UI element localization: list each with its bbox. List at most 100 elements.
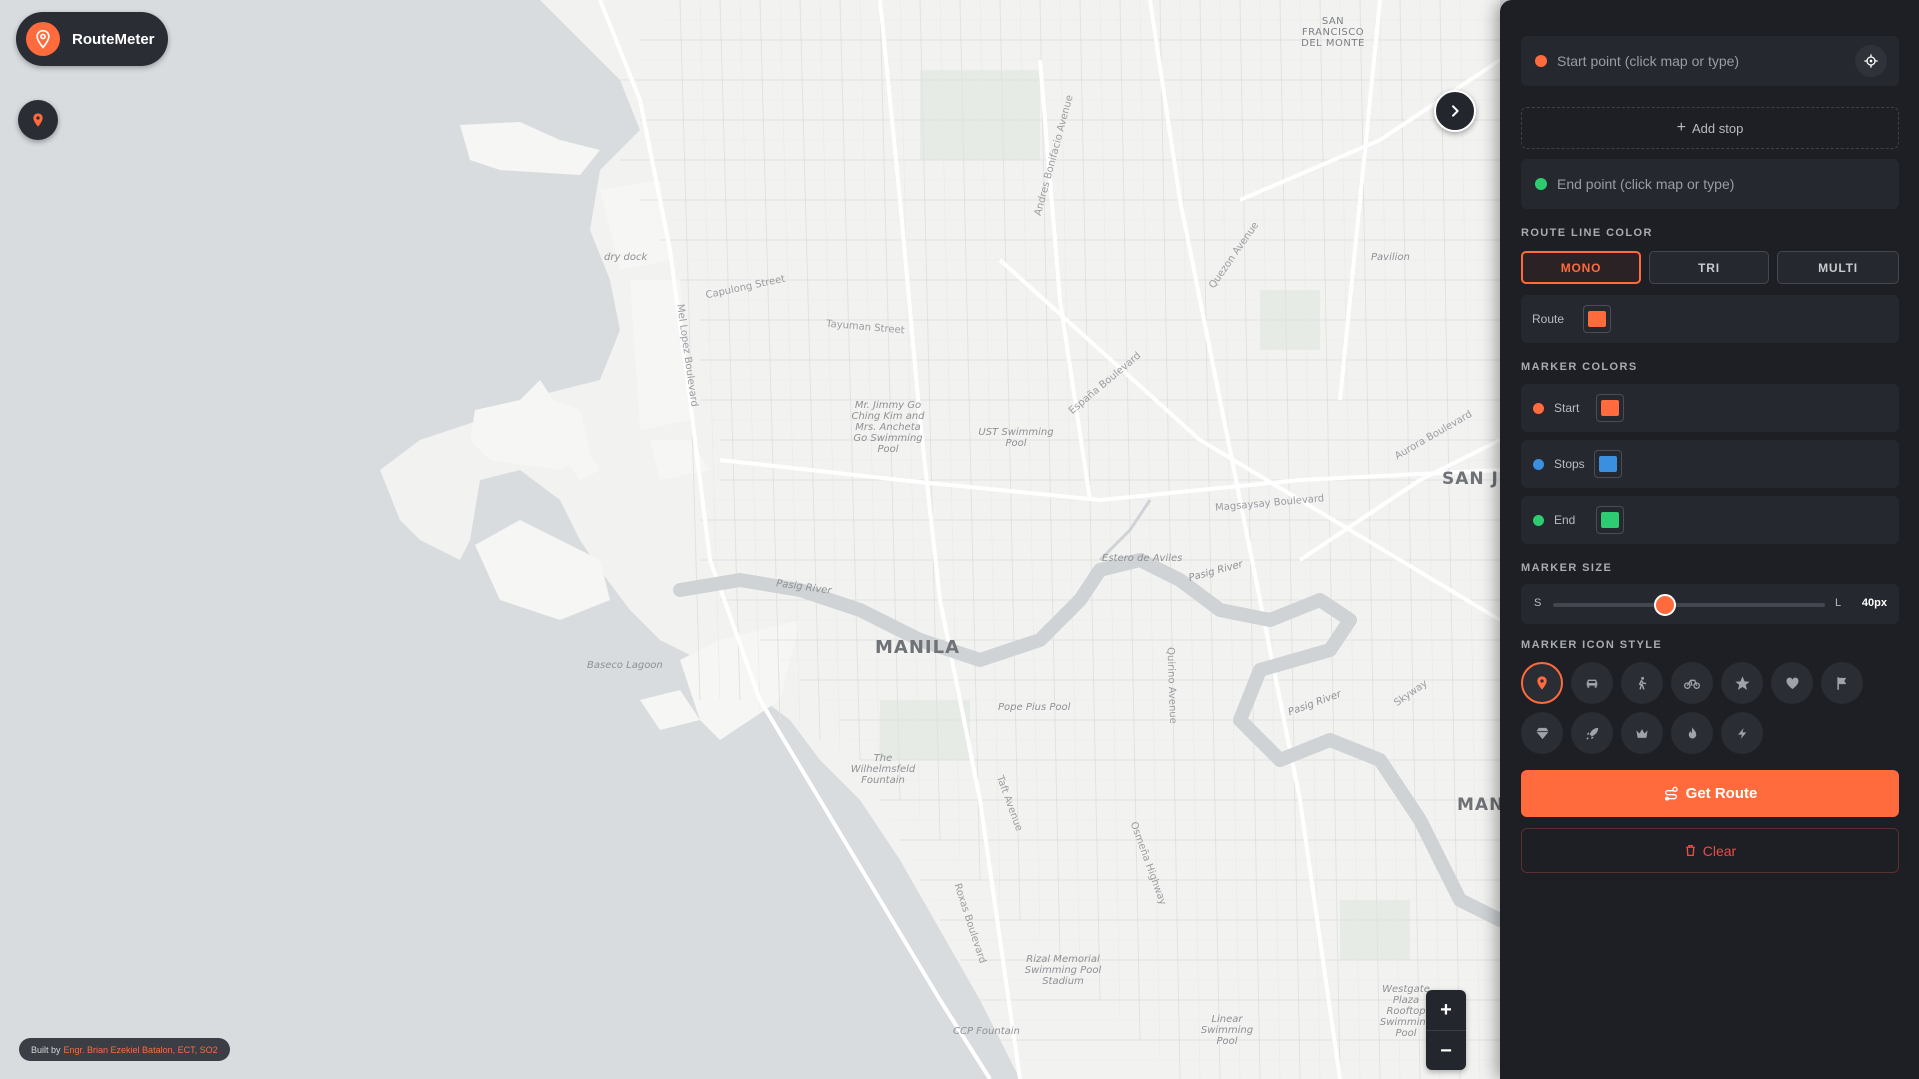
start-color-swatch — [1601, 400, 1619, 416]
zoom-in-button[interactable]: + — [1426, 990, 1466, 1031]
route-color-swatch — [1588, 311, 1606, 327]
map-label-district: SAN FRANCISCO DEL MONTE — [1301, 16, 1365, 49]
zoom-control: + − — [1426, 990, 1466, 1070]
stops-color-dot — [1533, 458, 1544, 470]
start-color-dot — [1533, 402, 1544, 414]
trash-icon — [1685, 844, 1695, 857]
stops-color-picker[interactable] — [1594, 450, 1622, 478]
marker-size-value: 40px — [1861, 597, 1887, 609]
marker-size-thumb[interactable] — [1653, 594, 1676, 616]
chevron-right-icon — [1452, 105, 1459, 117]
map-label-district: SAN J — [1442, 469, 1499, 489]
end-color-label: End — [1554, 513, 1576, 527]
marker-size-row: S L 40px — [1521, 584, 1899, 624]
map-label-poi: dry dock — [604, 252, 648, 263]
crown-icon — [1636, 728, 1648, 738]
flag-icon — [1836, 676, 1846, 690]
start-point-field[interactable]: Start point (click map or type) — [1521, 36, 1899, 86]
add-stop-button[interactable]: + Add stop — [1521, 107, 1899, 149]
end-color-swatch — [1601, 512, 1619, 528]
map-label-poi: Linear Swimming Pool — [1200, 1014, 1254, 1047]
get-route-button[interactable]: Get Route — [1521, 770, 1899, 817]
pin-icon — [1537, 676, 1547, 690]
start-color-row: Start — [1521, 384, 1899, 432]
size-max-label: L — [1835, 597, 1842, 609]
map-label-poi: Mr. Jimmy Go Ching Kim and Mrs. Ancheta … — [851, 400, 925, 455]
end-color-row: End — [1521, 496, 1899, 544]
bolt-icon — [1737, 727, 1746, 739]
start-point-input[interactable]: Start point (click map or type) — [1557, 53, 1855, 69]
mode-mono-button[interactable]: MONO — [1521, 251, 1641, 284]
map-label-poi: Estero de Aviles — [1102, 553, 1183, 564]
heart-icon — [1786, 677, 1798, 689]
end-dot — [1535, 178, 1547, 190]
map-label-district: MAN — [1457, 795, 1505, 815]
map-label-poi: Baseco Lagoon — [587, 660, 663, 671]
zoom-out-button[interactable]: − — [1426, 1031, 1466, 1071]
end-color-picker[interactable] — [1596, 506, 1624, 534]
end-color-dot — [1533, 514, 1544, 526]
fire-icon — [1688, 726, 1696, 738]
bike-icon — [1684, 679, 1700, 689]
icon-style-fire-button[interactable] — [1671, 712, 1713, 754]
icon-style-crown-button[interactable] — [1621, 712, 1663, 754]
map-pin-icon — [33, 113, 43, 127]
icon-style-bolt-button[interactable] — [1721, 712, 1763, 754]
marker-size-title: MARKER SIZE — [1521, 562, 1613, 574]
collapse-panel-button[interactable] — [1434, 90, 1476, 132]
car-icon — [1586, 679, 1598, 688]
start-color-picker[interactable] — [1596, 394, 1624, 422]
locate-marker-button[interactable] — [18, 100, 58, 140]
icon-style-star-button[interactable] — [1721, 662, 1763, 704]
route-pin-icon — [26, 22, 60, 56]
icon-style-heart-button[interactable] — [1771, 662, 1813, 704]
diamond-icon — [1535, 727, 1549, 739]
icon-style-pin-button[interactable] — [1521, 662, 1563, 704]
map-label-poi: Pavilion — [1371, 252, 1410, 263]
marker-size-track[interactable] — [1553, 603, 1825, 607]
app-name: RouteMeter — [72, 30, 155, 48]
icon-style-rocket-button[interactable] — [1571, 712, 1613, 754]
app-brand[interactable]: RouteMeter — [16, 12, 168, 66]
mode-tri-button[interactable]: TRI — [1649, 251, 1769, 284]
stops-color-label: Stops — [1554, 457, 1585, 471]
get-route-label: Get Route — [1685, 785, 1758, 802]
route-color-picker[interactable] — [1583, 305, 1611, 333]
map-label-poi: CCP Fountain — [953, 1026, 1020, 1037]
icon-style-flag-button[interactable] — [1821, 662, 1863, 704]
start-dot — [1535, 55, 1547, 67]
marker-colors-title: MARKER COLORS — [1521, 361, 1638, 373]
route-color-title: ROUTE LINE COLOR — [1521, 227, 1653, 239]
walk-icon — [1638, 676, 1647, 690]
credit-prefix: Built by — [31, 1044, 61, 1055]
route-panel: Start point (click map or type) + Add st… — [1500, 0, 1919, 1079]
icon-style-walk-button[interactable] — [1621, 662, 1663, 704]
end-point-field[interactable]: End point (click map or type) — [1521, 159, 1899, 209]
size-min-label: S — [1534, 597, 1542, 609]
route-color-row: Route — [1521, 295, 1899, 343]
stops-color-row: Stops — [1521, 440, 1899, 488]
end-point-input[interactable]: End point (click map or type) — [1557, 176, 1899, 192]
mode-multi-button[interactable]: MULTI — [1777, 251, 1899, 284]
map-label-poi: Rizal Memorial Swimming Pool Stadium — [1024, 954, 1102, 987]
credit-badge: Built by Engr. Brian Ezekiel Batalon, EC… — [19, 1038, 230, 1061]
clear-label: Clear — [1702, 842, 1737, 859]
route-icon — [1664, 786, 1678, 801]
plus-icon: + — [1676, 119, 1686, 136]
map-label-poi: The Wilhelmsfeld Fountain — [850, 753, 916, 786]
crosshair-icon — [1864, 54, 1878, 68]
star-icon — [1734, 675, 1750, 690]
clear-button[interactable]: Clear — [1521, 828, 1899, 873]
map-label-poi: UST Swimming Pool — [978, 427, 1054, 449]
icon-style-diamond-button[interactable] — [1521, 712, 1563, 754]
locate-me-button[interactable] — [1855, 45, 1887, 77]
start-color-label: Start — [1554, 401, 1580, 415]
icon-style-car-button[interactable] — [1571, 662, 1613, 704]
stops-color-swatch — [1599, 456, 1617, 472]
add-stop-label: Add stop — [1692, 120, 1744, 136]
icon-style-title: MARKER ICON STYLE — [1521, 639, 1663, 651]
icon-style-bike-button[interactable] — [1671, 662, 1713, 704]
credit-author-link[interactable]: Engr. Brian Ezekiel Batalon, ECT, SO2 — [64, 1045, 218, 1055]
route-color-label: Route — [1532, 312, 1565, 326]
rocket-icon — [1585, 727, 1598, 740]
